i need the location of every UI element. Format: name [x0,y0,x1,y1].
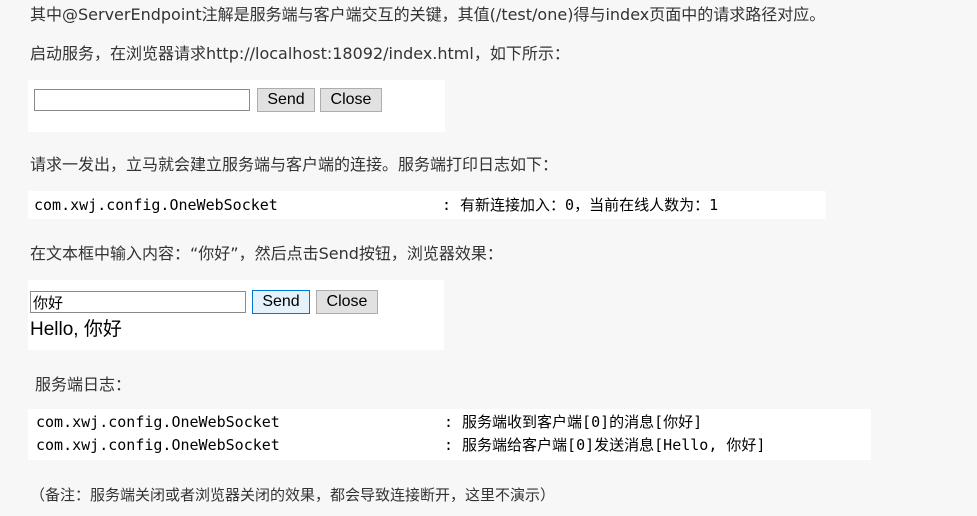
log-message: : 服务端收到客户端[0]的消息[你好] [444,413,703,431]
log-message: : 服务端给客户端[0]发送消息[Hello, 你好] [444,436,766,454]
paragraph-server-log: 服务端日志： [35,375,132,394]
browser-demo-initial: Send Close [28,80,445,132]
log-class-name: com.xwj.config.OneWebSocket [36,436,280,454]
log-class-name: com.xwj.config.OneWebSocket [34,196,278,214]
server-log-connect: com.xwj.config.OneWebSocket : 有新连接加入：0，当… [28,191,826,219]
browser-demo-after-send: Send Close Hello, 你好 [28,280,444,350]
paragraph-note: （备注：服务端关闭或者浏览器关闭的效果，都会导致连接断开，这里不演示） [30,486,556,504]
log-message: : 有新连接加入：0，当前在线人数为：1 [442,196,719,214]
paragraph-serverendpoint: 其中@ServerEndpoint注解是服务端与客户端交互的关键，其值(/tes… [30,5,826,24]
close-button[interactable]: Close [320,88,382,112]
message-input[interactable] [30,291,246,313]
send-button[interactable]: Send [252,290,310,314]
message-input[interactable] [34,89,250,111]
paragraph-input-content: 在文本框中输入内容：“你好”，然后点击Send按钮，浏览器效果： [30,244,503,263]
log-class-name: com.xwj.config.OneWebSocket [36,413,280,431]
paragraph-request-sent: 请求一发出，立马就会建立服务端与客户端的连接。服务端打印日志如下： [30,155,559,174]
paragraph-start-service: 启动服务，在浏览器请求http://localhost:18092/index.… [30,44,570,63]
send-button[interactable]: Send [257,88,315,112]
server-log-messages: com.xwj.config.OneWebSocket : 服务端收到客户端[0… [28,409,871,460]
close-button[interactable]: Close [316,290,378,314]
response-text: Hello, 你好 [30,319,122,340]
